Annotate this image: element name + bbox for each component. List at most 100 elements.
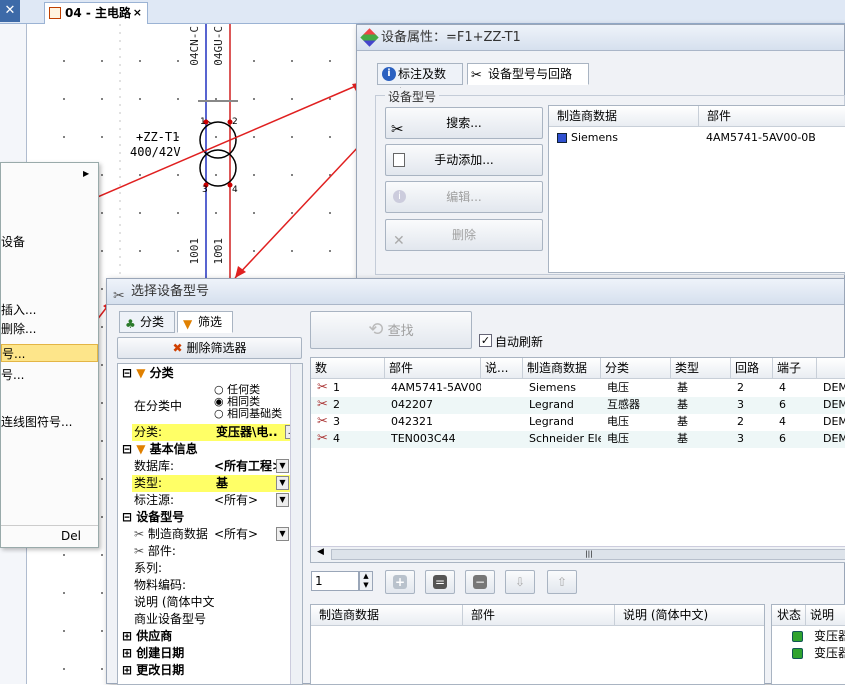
menu-item-connection-symbol[interactable]: 连线图符号... (1, 413, 72, 431)
table-cell[interactable]: 2 (737, 414, 773, 430)
horizontal-scrollbar[interactable]: ◀ ||| (311, 546, 845, 562)
table-cell[interactable]: 互感器 (607, 397, 671, 413)
basic-info-section[interactable]: ⊟ ▼ 基本信息 (122, 441, 198, 458)
created-section[interactable]: ⊞ 创建日期 (122, 645, 184, 662)
chevron-down-icon[interactable]: ▼ (276, 459, 289, 473)
table-cell[interactable]: 电压 (607, 431, 671, 447)
table-row[interactable]: ✂3042321Legrand电压基24DEMO (311, 414, 845, 431)
table-cell[interactable]: DEMO (823, 414, 845, 430)
table-cell[interactable]: 基 (677, 397, 731, 413)
category-section[interactable]: ⊟ ▼ 分类 (122, 365, 174, 382)
modified-section[interactable]: ⊞ 更改日期 (122, 662, 184, 679)
tab-annotation-data[interactable]: i 标注及数据 (377, 63, 463, 101)
quantity-input[interactable]: 1 (311, 571, 359, 591)
supplier-section[interactable]: ⊞ 供应商 (122, 628, 172, 645)
chevron-down-icon[interactable]: ▼ (276, 493, 289, 507)
column-header[interactable]: 端子 (773, 358, 817, 379)
table-cell[interactable]: 电压 (607, 380, 671, 396)
column-header[interactable]: 状态 (772, 605, 806, 626)
table-cell[interactable]: DEMO (823, 397, 845, 413)
chevron-down-icon[interactable]: ▼ (276, 527, 289, 541)
manufacturer-value[interactable]: <所有> (214, 526, 258, 543)
quantity-stepper[interactable]: ▲ ▼ (359, 571, 373, 591)
radio-same[interactable]: ◉ 相同类 (214, 396, 260, 408)
table-cell[interactable]: TEN003C44 (391, 431, 481, 447)
radio-label: 任何类 (227, 384, 261, 396)
column-header[interactable]: 说... (481, 358, 523, 379)
move-up-button[interactable]: ⇧ (547, 570, 577, 594)
delete-filter-button[interactable]: ✖ 删除筛选器 (117, 337, 302, 359)
table-cell[interactable]: 042321 (391, 414, 481, 430)
table-row[interactable]: ✂4TEN003C44Schneider Ele...电压基36DEMO (311, 431, 845, 448)
column-header[interactable]: 制造商数据 (549, 106, 699, 127)
menu-item-number[interactable]: 号... (1, 366, 24, 384)
scroll-thumb[interactable]: ||| (331, 549, 845, 560)
grid-cell[interactable]: Siemens (571, 130, 618, 146)
model-section[interactable]: ⊟ 设备型号 (122, 509, 184, 526)
database-select[interactable]: <所有工程> (214, 458, 276, 475)
table-cell[interactable]: 4 (779, 414, 817, 430)
table-cell[interactable]: Legrand (529, 414, 601, 430)
tab-device-model[interactable]: ✂ 设备型号与回路 (467, 63, 589, 85)
table-cell[interactable]: 3 (737, 397, 773, 413)
auto-refresh-checkbox[interactable]: ✓ (479, 334, 492, 347)
column-header[interactable] (817, 358, 845, 379)
table-row[interactable]: ✂2042207Legrand互感器基36DEMO (311, 397, 845, 414)
column-header[interactable]: 说明 (简体中文) (615, 605, 764, 626)
label-source-value[interactable]: <所有> (214, 492, 258, 509)
column-header[interactable]: 说明 (806, 605, 845, 626)
column-header[interactable]: 类型 (671, 358, 731, 379)
menu-item-delete[interactable]: 删除... (1, 320, 36, 338)
column-header[interactable]: 部件 (385, 358, 481, 379)
search-button[interactable]: ✂ 搜索... (385, 107, 543, 139)
remove-button[interactable]: − (465, 570, 495, 594)
category-row[interactable]: 分类: 变压器\电... ... (132, 424, 302, 441)
radio-same-base[interactable]: ○ 相同基础类 (214, 408, 282, 420)
tab-filter[interactable]: ▼ 筛选 (177, 311, 233, 333)
table-cell[interactable]: DEMO (823, 380, 845, 396)
table-cell[interactable]: 3 (737, 431, 773, 447)
grid-cell[interactable]: 4AM5741-5AV00-0B (706, 130, 816, 146)
table-cell[interactable]: DEMO (823, 431, 845, 447)
column-header[interactable]: 制造商数据 (311, 605, 463, 626)
add-row-button[interactable]: + (385, 570, 415, 594)
table-cell[interactable]: 2 (737, 380, 773, 396)
find-button[interactable]: ⟲ 查找 (310, 311, 472, 349)
column-header[interactable]: 数 (311, 358, 385, 379)
type-row[interactable]: 类型: 基 ▼ (132, 475, 302, 492)
table-cell[interactable]: Schneider Ele... (529, 431, 601, 447)
dialog-title: 设备属性：=F1+ZZ-T1 (357, 25, 844, 51)
table-row[interactable]: ✂14AM5741-5AV00-0BSiemens电压基24DEMO (311, 380, 845, 397)
column-header[interactable]: 回路 (731, 358, 773, 379)
tree-scrollbar[interactable] (290, 364, 302, 684)
tab-category[interactable]: ♣ 分类 (119, 311, 175, 333)
table-cell[interactable]: 4AM5741-5AV00-0B (391, 380, 481, 396)
table-cell[interactable]: 6 (779, 431, 817, 447)
menu-item-insert[interactable]: 插入... (1, 301, 36, 319)
table-cell[interactable]: 电压 (607, 414, 671, 430)
table-cell[interactable]: 基 (677, 380, 731, 396)
table-cell[interactable]: Siemens (529, 380, 601, 396)
scroll-left-icon[interactable]: ◀ (317, 547, 324, 557)
table-cell[interactable]: 4 (779, 380, 817, 396)
column-header[interactable]: 部件 (699, 106, 845, 127)
table-cell[interactable]: Legrand (529, 397, 601, 413)
table-cell[interactable]: 6 (779, 397, 817, 413)
column-header[interactable]: 部件 (463, 605, 615, 626)
device-tag[interactable]: +ZZ-T1 (136, 130, 179, 144)
column-header[interactable]: 分类 (601, 358, 671, 379)
column-header[interactable]: 制造商数据 (523, 358, 601, 379)
wire-label: 1001 (212, 238, 225, 265)
table-cell[interactable]: 042207 (391, 397, 481, 413)
move-down-button[interactable]: ⇩ (505, 570, 535, 594)
edit-button[interactable]: i 编辑... (385, 181, 543, 213)
chevron-down-icon[interactable]: ▼ (276, 476, 289, 490)
table-cell[interactable]: 基 (677, 414, 731, 430)
manual-add-button[interactable]: 手动添加... (385, 144, 543, 176)
menu-item-device-model[interactable]: 号... (1, 344, 98, 362)
radio-any[interactable]: ○ 任何类 (214, 384, 260, 396)
table-cell[interactable]: 基 (677, 431, 731, 447)
replace-button[interactable]: = (425, 570, 455, 594)
delete-button[interactable]: ✕ 删除 (385, 219, 543, 251)
menu-item-device[interactable]: 设备 (1, 233, 25, 251)
